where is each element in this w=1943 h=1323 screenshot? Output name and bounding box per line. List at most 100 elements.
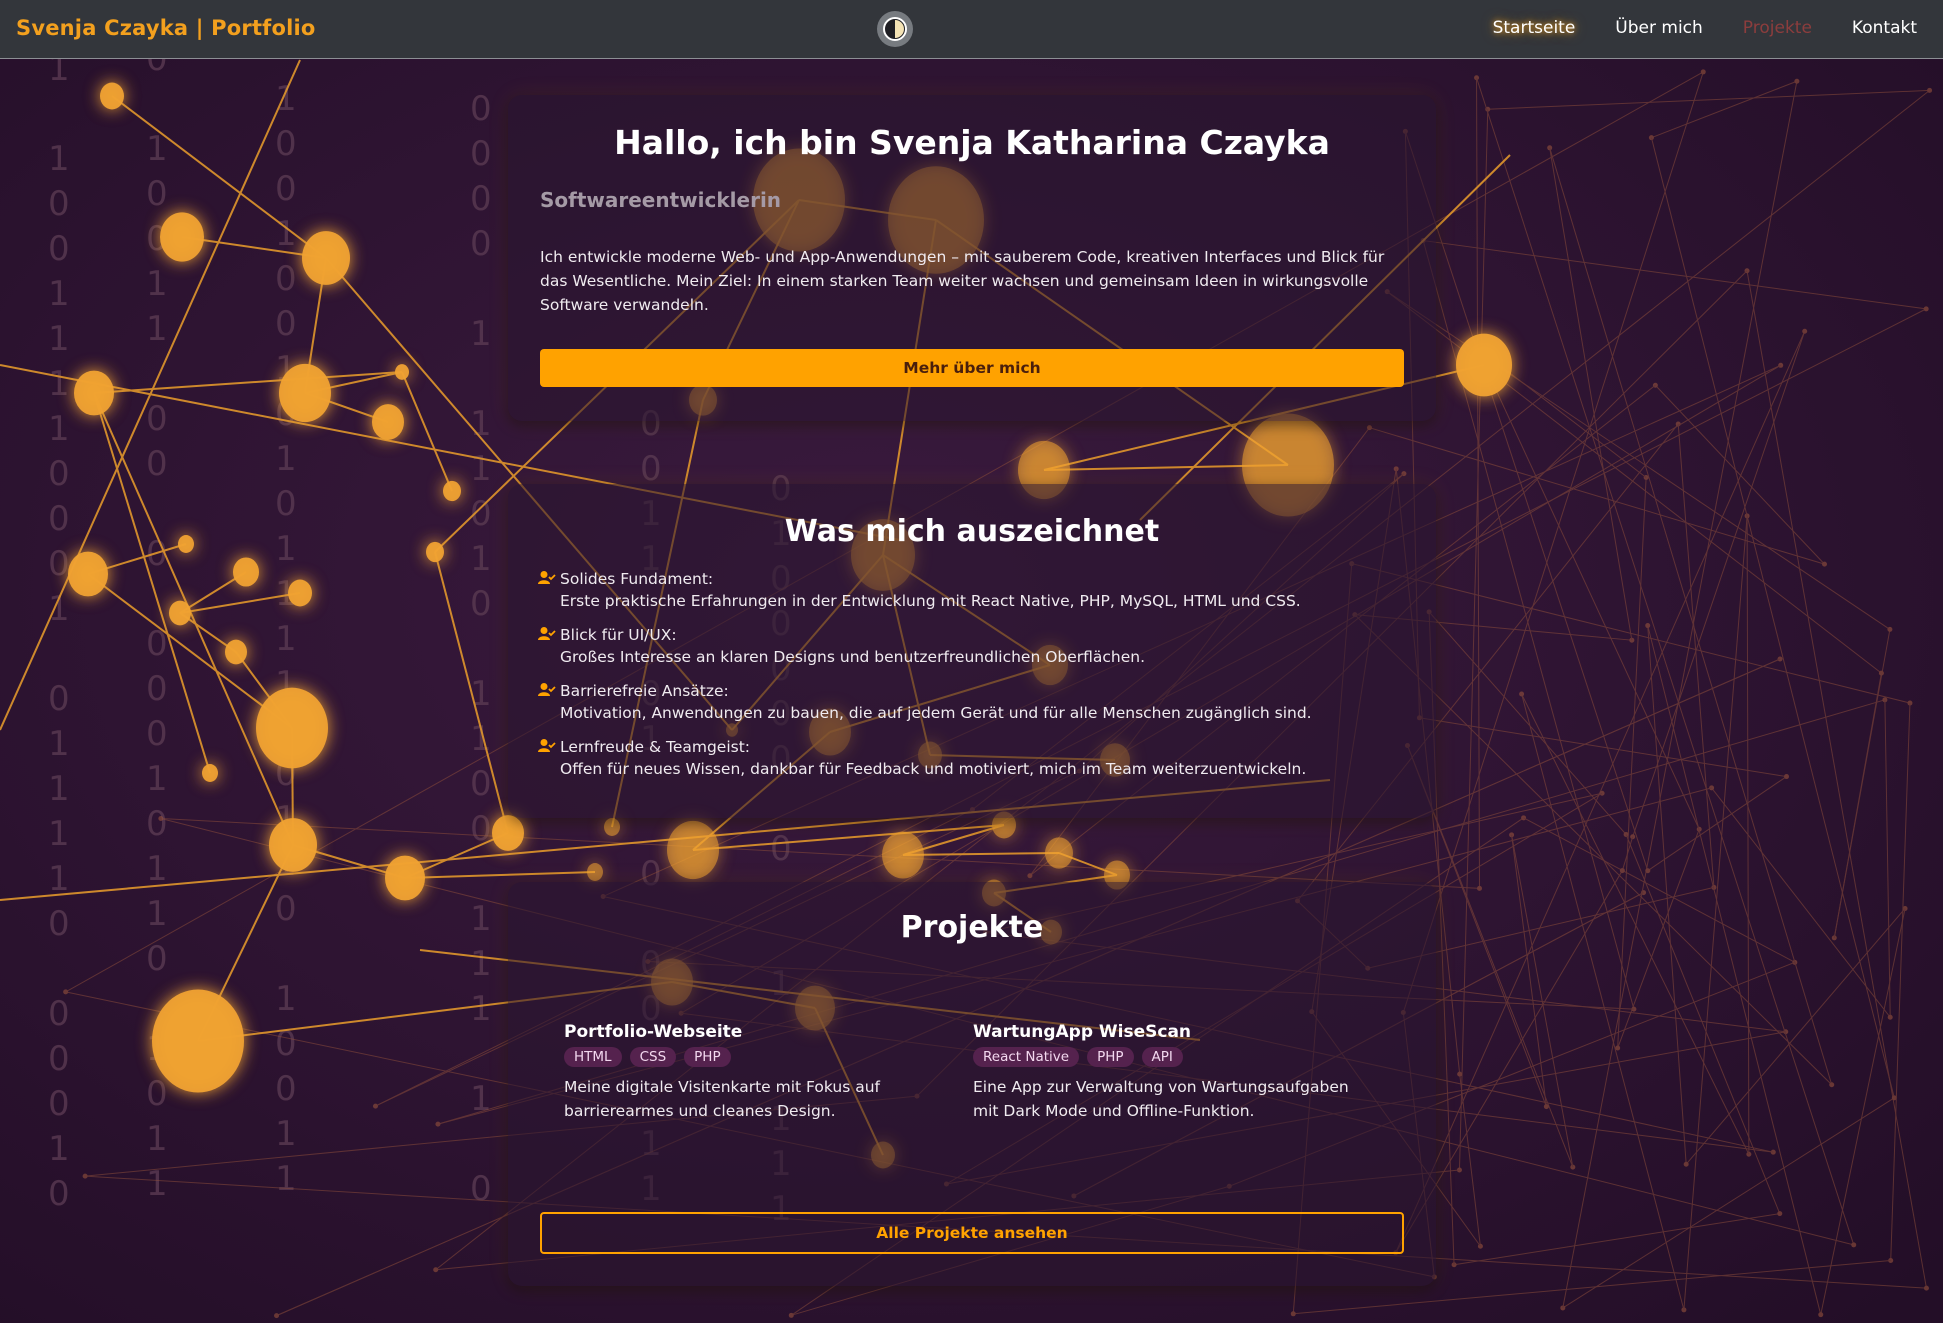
site-brand[interactable]: Svenja Czayka | Portfolio <box>16 16 316 40</box>
binary-digit: 1 <box>275 79 297 119</box>
feature-text: Offen für neues Wissen, dankbar für Feed… <box>560 760 1307 778</box>
binary-digit: 1 <box>48 319 70 359</box>
binary-digit: 0 <box>275 124 297 164</box>
network-node <box>1027 873 1033 879</box>
binary-digit: 0 <box>146 399 168 439</box>
tag: CSS <box>629 1047 677 1067</box>
feature-heading: Blick für UI/UX: <box>560 626 677 644</box>
project-title[interactable]: WartungApp WiseScan <box>973 1022 1363 1042</box>
user-check-icon <box>538 738 560 780</box>
user-check-icon <box>538 682 560 724</box>
binary-digit: 1 <box>48 769 70 809</box>
binary-digit: 1 <box>275 439 297 479</box>
binary-digit: 0 <box>275 889 297 929</box>
network-node <box>788 1312 794 1318</box>
network-node <box>1829 1082 1835 1088</box>
network-node <box>426 541 444 563</box>
nav-link-startseite[interactable]: Startseite <box>1493 18 1576 38</box>
binary-digit: 0 <box>146 714 168 754</box>
network-node <box>269 818 317 872</box>
network-node <box>1802 328 1808 334</box>
binary-digit: 0 <box>48 499 70 539</box>
network-node <box>63 989 69 995</box>
binary-digit: 1 <box>146 894 168 934</box>
network-node <box>604 818 620 836</box>
feature-heading: Lernfreude & Teamgeist: <box>560 738 751 756</box>
projects-title: Projekte <box>900 910 1044 945</box>
project-description: Meine digitale Visitenkarte mit Fokus au… <box>564 1078 881 1120</box>
network-node <box>1927 87 1933 93</box>
network-node <box>492 815 524 851</box>
binary-digit: 1 <box>146 264 168 304</box>
network-node <box>587 863 603 881</box>
binary-digit: 0 <box>48 1039 70 1079</box>
network-node <box>1683 1161 1689 1167</box>
network-node <box>882 831 924 879</box>
network-node <box>1821 561 1827 567</box>
binary-digit: 0 <box>48 544 70 584</box>
binary-digit: 0 <box>470 89 492 129</box>
binary-digit: 0 <box>275 259 297 299</box>
nav-link-projekte[interactable]: Projekte <box>1743 18 1812 38</box>
network-node <box>279 363 331 423</box>
binary-digit: 1 <box>275 1114 297 1154</box>
binary-digit: 1 <box>48 724 70 764</box>
binary-digit: 0 <box>48 1174 70 1214</box>
project-card-portfolio[interactable]: Portfolio-Webseite HTML CSS PHP Meine di… <box>564 1022 954 1123</box>
binary-digit: 1 <box>48 814 70 854</box>
all-projects-button[interactable]: Alle Projekte ansehen <box>540 1212 1404 1254</box>
network-node <box>1700 69 1706 75</box>
hero-subtitle: Softwareentwicklerin <box>540 188 782 212</box>
network-node <box>288 579 312 607</box>
binary-digit: 0 <box>48 994 70 1034</box>
network-node <box>1615 1045 1621 1051</box>
feature-text: Motivation, Anwendungen zu bauen, die au… <box>560 704 1312 722</box>
binary-digit: 0 <box>48 229 70 269</box>
network-node <box>1777 1211 1783 1217</box>
about-me-button[interactable]: Mehr über mich <box>540 349 1404 387</box>
project-title[interactable]: Portfolio-Webseite <box>564 1022 954 1042</box>
binary-digit: 1 <box>146 309 168 349</box>
nav-link-ueber-mich[interactable]: Über mich <box>1615 18 1703 38</box>
feature-heading: Solides Fundament: <box>560 570 714 588</box>
binary-digit: 0 <box>470 224 492 264</box>
binary-digit: 1 <box>470 449 492 489</box>
binary-digit: 1 <box>48 274 70 314</box>
network-node <box>1923 1285 1929 1291</box>
binary-digit: 0 <box>48 904 70 944</box>
binary-digit: 0 <box>275 1069 297 1109</box>
binary-digit: 0 <box>146 669 168 709</box>
project-card-wisescan[interactable]: WartungApp WiseScan React Native PHP API… <box>973 1022 1363 1123</box>
features-card: Was mich auszeichnet Solides Fundament: E… <box>508 484 1436 818</box>
binary-digit: 0 <box>470 134 492 174</box>
binary-digit: 1 <box>48 409 70 449</box>
binary-digit: 1 <box>48 589 70 629</box>
binary-digit: 0 <box>48 454 70 494</box>
binary-digit: 0 <box>640 449 662 489</box>
network-node <box>1645 623 1651 629</box>
network-node <box>256 687 328 769</box>
network-node <box>1645 868 1651 874</box>
network-node <box>372 404 404 440</box>
nav-link-kontakt[interactable]: Kontakt <box>1852 18 1917 38</box>
network-node <box>443 480 461 502</box>
network-node <box>178 535 194 553</box>
hero-title: Hallo, ich bin Svenja Katharina Czayka <box>614 123 1330 162</box>
network-node <box>169 600 191 626</box>
navbar: Svenja Czayka | Portfolio Startseite Übe… <box>0 0 1943 59</box>
binary-digit: 1 <box>48 139 70 179</box>
network-node <box>1457 1071 1463 1077</box>
binary-digit: 0 <box>470 584 492 624</box>
network-node <box>1878 670 1884 676</box>
network-node <box>1887 1014 1893 1020</box>
binary-digit: 1 <box>470 539 492 579</box>
network-node <box>1794 78 1800 84</box>
hero-card: Hallo, ich bin Svenja Katharina Czayka S… <box>508 95 1436 421</box>
network-node <box>82 1173 88 1179</box>
theme-toggle-button[interactable] <box>877 11 913 47</box>
network-node <box>1887 626 1893 632</box>
binary-digit: 0 <box>770 829 792 869</box>
feature-heading: Barrierefreie Ansätze: <box>560 682 729 700</box>
binary-digit: 1 <box>275 979 297 1019</box>
network-node <box>160 212 204 262</box>
